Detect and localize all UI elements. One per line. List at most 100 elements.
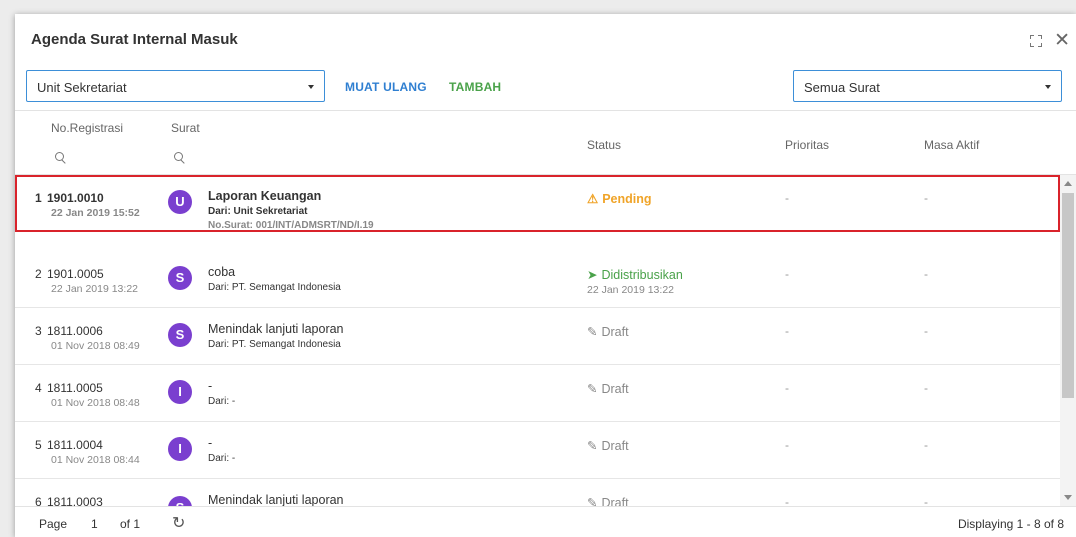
letter-subject: Menindak lanjuti laporan — [208, 322, 344, 336]
registration-number: 1811.0005 — [47, 381, 103, 395]
row-number: 6 — [35, 495, 42, 506]
column-header-no-registrasi[interactable]: No.Registrasi — [51, 121, 123, 135]
toolbar: Unit Sekretariat MUAT ULANG TAMBAH Semua… — [15, 70, 1076, 110]
page-label: Page — [39, 517, 68, 531]
unit-select-value: Unit Sekretariat — [37, 80, 127, 95]
letter-subject: - — [208, 436, 213, 450]
table-header: No.Registrasi Surat Status Prioritas Mas… — [15, 111, 1076, 175]
avatar: I — [168, 380, 192, 404]
pencil-icon: ✎ — [587, 325, 598, 339]
active-period-value: - — [924, 267, 928, 281]
page-number-input[interactable]: 1 — [91, 517, 98, 531]
registration-number: 1811.0003 — [47, 495, 103, 506]
pencil-icon: ✎ — [587, 496, 598, 506]
vertical-scrollbar[interactable] — [1060, 175, 1076, 506]
search-icon[interactable] — [174, 152, 185, 163]
letter-number: No.Surat: 001/INT/ADMSRT/ND/I.19 — [208, 220, 374, 231]
filter-select[interactable]: Semua Surat — [793, 70, 1062, 102]
registration-date: 01 Nov 2018 08:48 — [51, 397, 140, 409]
table-row[interactable]: 5 1811.0004 01 Nov 2018 08:44 I - Dari: … — [15, 422, 1060, 479]
warning-icon: ⚠ — [587, 192, 599, 206]
table-row[interactable]: 4 1811.0005 01 Nov 2018 08:48 I - Dari: … — [15, 365, 1060, 422]
priority-value: - — [785, 438, 789, 452]
column-header-surat[interactable]: Surat — [171, 121, 200, 135]
letter-subject: Menindak lanjuti laporan — [208, 493, 344, 506]
table-row[interactable]: 3 1811.0006 01 Nov 2018 08:49 S Menindak… — [15, 308, 1060, 365]
letter-sender: Dari: - — [208, 453, 236, 464]
status-label: Pending — [602, 192, 652, 206]
page-count: of 1 — [120, 517, 141, 531]
close-icon[interactable]: ✕ — [1054, 29, 1070, 52]
status-label: Draft — [601, 439, 629, 453]
active-period-value: - — [924, 191, 928, 205]
status-date: 22 Jan 2019 13:22 — [587, 284, 674, 296]
reload-button[interactable]: MUAT ULANG — [345, 80, 427, 94]
registration-number: 1901.0005 — [47, 267, 104, 281]
pencil-icon: ✎ — [587, 382, 598, 396]
table-row[interactable]: 1 1901.0010 22 Jan 2019 15:52 U Laporan … — [15, 175, 1060, 232]
letter-subject: - — [208, 379, 213, 393]
search-icon[interactable] — [55, 152, 66, 163]
status-label: Draft — [601, 325, 629, 339]
table-body: 1 1901.0010 22 Jan 2019 15:52 U Laporan … — [15, 175, 1060, 506]
letter-subject: coba — [208, 265, 236, 279]
priority-value: - — [785, 324, 789, 338]
pagination-bar: Page 1 of 1 ↻ Displaying 1 - 8 of 8 — [15, 506, 1076, 537]
table-row[interactable]: 2 1901.0005 22 Jan 2019 13:22 S coba Dar… — [15, 251, 1060, 308]
registration-date: 01 Nov 2018 08:49 — [51, 340, 140, 352]
status-label: Didistribusikan — [601, 268, 683, 282]
scrollbar-thumb[interactable] — [1062, 193, 1074, 398]
active-period-value: - — [924, 438, 928, 452]
avatar: S — [168, 266, 192, 290]
avatar: S — [168, 323, 192, 347]
filter-select-value: Semua Surat — [804, 80, 880, 95]
status-badge: ➤ Didistribusikan — [587, 267, 683, 282]
row-number: 3 — [35, 324, 42, 338]
avatar: U — [168, 190, 192, 214]
priority-value: - — [785, 267, 789, 281]
active-period-value: - — [924, 381, 928, 395]
active-period-value: - — [924, 495, 928, 506]
row-number: 1 — [35, 191, 42, 205]
letter-sender: Dari: - — [208, 396, 236, 407]
scroll-up-icon[interactable] — [1064, 181, 1072, 186]
status-badge: ⚠ Pending — [587, 191, 652, 206]
refresh-icon[interactable]: ↻ — [172, 513, 185, 533]
status-label: Draft — [601, 496, 629, 506]
priority-value: - — [785, 495, 789, 506]
chevron-down-icon — [1045, 85, 1051, 89]
active-period-value: - — [924, 324, 928, 338]
letter-sender: Dari: PT. Semangat Indonesia — [208, 339, 341, 350]
window-header: Agenda Surat Internal Masuk ✕ — [15, 14, 1076, 70]
pencil-icon: ✎ — [587, 439, 598, 453]
registration-date: 22 Jan 2019 15:52 — [51, 207, 140, 219]
letter-sender: Dari: PT. Semangat Indonesia — [208, 282, 341, 293]
registration-date: 01 Nov 2018 08:44 — [51, 454, 140, 466]
status-badge: ✎ Draft — [587, 324, 629, 339]
status-badge: ✎ Draft — [587, 381, 629, 396]
expand-icon[interactable] — [1030, 35, 1042, 47]
registration-number: 1811.0006 — [47, 324, 103, 338]
column-header-masa-aktif[interactable]: Masa Aktif — [924, 138, 979, 152]
priority-value: - — [785, 381, 789, 395]
add-button[interactable]: TAMBAH — [449, 80, 501, 94]
chevron-down-icon — [308, 85, 314, 89]
row-number: 5 — [35, 438, 42, 452]
unit-select[interactable]: Unit Sekretariat — [26, 70, 325, 102]
row-number: 2 — [35, 267, 42, 281]
registration-date: 22 Jan 2019 13:22 — [51, 283, 138, 295]
registration-number: 1811.0004 — [47, 438, 103, 452]
row-number: 4 — [35, 381, 42, 395]
avatar: S — [168, 496, 192, 506]
window-title: Agenda Surat Internal Masuk — [31, 31, 238, 48]
displaying-count: Displaying 1 - 8 of 8 — [957, 517, 1064, 531]
priority-value: - — [785, 191, 789, 205]
scroll-down-icon[interactable] — [1064, 495, 1072, 500]
status-label: Draft — [601, 382, 629, 396]
column-header-prioritas[interactable]: Prioritas — [785, 138, 829, 152]
letter-subject: Laporan Keuangan — [208, 189, 322, 203]
status-badge: ✎ Draft — [587, 438, 629, 453]
send-arrow-icon: ➤ — [587, 268, 598, 282]
table-row[interactable]: 6 1811.0003 S Menindak lanjuti laporan ✎… — [15, 479, 1060, 506]
column-header-status[interactable]: Status — [587, 138, 621, 152]
